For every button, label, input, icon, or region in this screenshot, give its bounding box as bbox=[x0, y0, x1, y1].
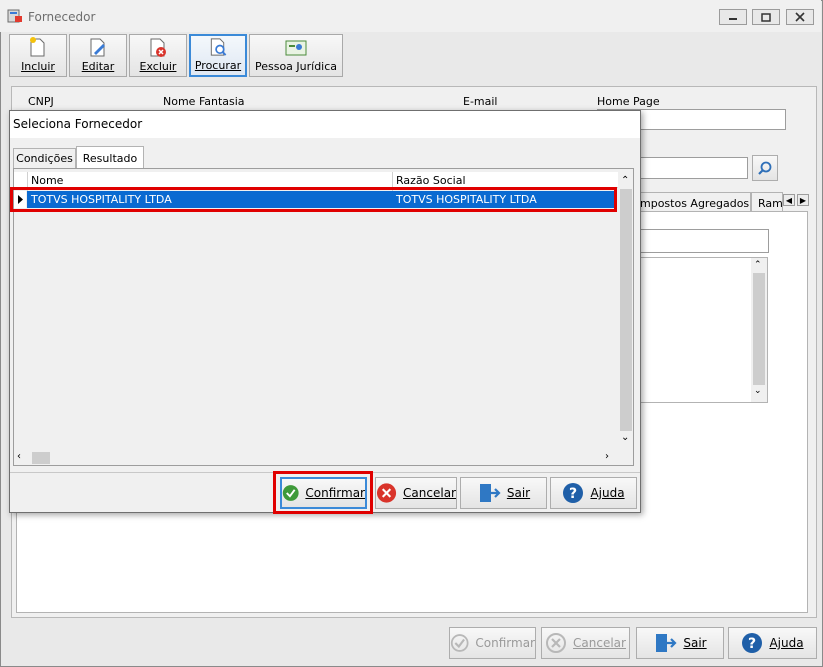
confirm-highlight-box bbox=[273, 471, 373, 514]
home-page-label: Home Page bbox=[597, 95, 660, 108]
ajuda-button[interactable]: ? Ajuda bbox=[550, 477, 637, 509]
procurar-button[interactable]: Procurar bbox=[189, 34, 247, 77]
grid-horizontal-scrollbar[interactable] bbox=[14, 450, 618, 465]
minimize-icon bbox=[729, 18, 737, 20]
title-bar bbox=[0, 0, 821, 32]
memo-scroll-thumb[interactable] bbox=[753, 273, 765, 385]
bottom-cancelar-label: Cancelar bbox=[573, 636, 626, 650]
exit-icon bbox=[479, 484, 501, 502]
bottom-sair-label: Sair bbox=[683, 636, 707, 650]
chevron-down-icon[interactable]: ⌄ bbox=[621, 432, 629, 443]
cancelar-button[interactable]: Cancelar bbox=[375, 477, 457, 509]
help-icon: ? bbox=[742, 633, 763, 653]
grid-header bbox=[14, 172, 618, 188]
column-header-nome[interactable]: Nome bbox=[31, 174, 63, 187]
bottom-ajuda-label: Ajuda bbox=[769, 636, 804, 650]
search-icon bbox=[758, 161, 772, 175]
bottom-ajuda-button[interactable]: ? Ajuda bbox=[728, 627, 817, 659]
tab-input[interactable] bbox=[638, 229, 769, 253]
bottom-confirmar-label: Confirmar bbox=[475, 636, 535, 650]
pessoa-juridica-label: Pessoa Jurídica bbox=[254, 60, 338, 73]
grid-horizontal-scroll-thumb[interactable] bbox=[32, 452, 50, 464]
svg-text:?: ? bbox=[569, 486, 577, 502]
svg-text:?: ? bbox=[748, 636, 756, 652]
result-grid bbox=[13, 168, 634, 466]
memo-scrollbar[interactable]: ⌃ ⌄ bbox=[751, 258, 767, 402]
incluir-button[interactable]: Incluir bbox=[9, 34, 67, 77]
chevron-up-icon[interactable]: ⌃ bbox=[621, 175, 629, 186]
excluir-button[interactable]: Excluir bbox=[129, 34, 187, 77]
chevron-left-icon[interactable]: ‹ bbox=[17, 451, 21, 462]
email-label: E-mail bbox=[463, 95, 498, 108]
editar-label: Editar bbox=[81, 60, 115, 73]
close-icon bbox=[795, 12, 805, 22]
search-document-icon bbox=[210, 38, 227, 56]
cnpj-label: CNPJ bbox=[28, 95, 54, 108]
cancel-icon bbox=[546, 633, 567, 653]
procurar-label: Procurar bbox=[194, 59, 242, 72]
incluir-label: Incluir bbox=[21, 60, 55, 73]
tab-impostos-agregados[interactable]: mpostos Agregados bbox=[633, 192, 751, 212]
window-title: Fornecedor bbox=[28, 10, 96, 24]
new-document-icon bbox=[30, 37, 45, 57]
bottom-confirmar-button[interactable]: Confirmar bbox=[449, 627, 536, 659]
nome-fantasia-label: Nome Fantasia bbox=[163, 95, 245, 108]
dialog-title: Seleciona Fornecedor bbox=[13, 117, 143, 131]
tab-ramo[interactable]: Ramo bbox=[751, 192, 783, 212]
edit-icon bbox=[90, 38, 105, 57]
bottom-cancelar-button[interactable]: Cancelar bbox=[541, 627, 630, 659]
tab-scroll-right[interactable]: ▶ bbox=[797, 194, 809, 206]
chevron-down-icon[interactable]: ⌄ bbox=[754, 386, 762, 396]
chevron-right-icon[interactable]: › bbox=[605, 451, 609, 462]
ajuda-label: Ajuda bbox=[590, 486, 625, 500]
app-icon bbox=[7, 9, 22, 23]
chevron-up-icon[interactable]: ⌃ bbox=[754, 260, 762, 270]
excluir-label: Excluir bbox=[139, 60, 177, 73]
search-field[interactable] bbox=[638, 157, 748, 179]
cancel-icon bbox=[376, 483, 397, 503]
maximize-button[interactable] bbox=[752, 9, 780, 25]
bottom-sair-button[interactable]: Sair bbox=[636, 627, 724, 659]
id-card-icon bbox=[285, 40, 307, 56]
exit-icon bbox=[656, 634, 677, 652]
column-header-razao-social[interactable]: Razão Social bbox=[396, 174, 466, 187]
editar-button[interactable]: Editar bbox=[69, 34, 127, 77]
check-icon bbox=[450, 634, 469, 652]
grid-vertical-scroll-thumb[interactable] bbox=[620, 189, 632, 431]
delete-icon bbox=[150, 38, 166, 57]
sair-button[interactable]: Sair bbox=[460, 477, 547, 509]
maximize-icon bbox=[761, 12, 771, 22]
search-button[interactable] bbox=[752, 155, 778, 181]
cancelar-label: Cancelar bbox=[403, 486, 456, 500]
minimize-button[interactable] bbox=[719, 9, 747, 25]
sair-label: Sair bbox=[506, 486, 531, 500]
help-icon: ? bbox=[563, 483, 584, 503]
tab-resultado[interactable]: Resultado bbox=[76, 146, 144, 169]
close-window-button[interactable] bbox=[786, 9, 814, 25]
tab-memo[interactable] bbox=[638, 257, 768, 403]
row-highlight-box bbox=[10, 187, 617, 212]
pessoa-juridica-button[interactable]: Pessoa Jurídica bbox=[249, 34, 343, 77]
tab-condicoes[interactable]: Condições bbox=[13, 148, 76, 168]
tab-scroll-left[interactable]: ◀ bbox=[783, 194, 795, 206]
